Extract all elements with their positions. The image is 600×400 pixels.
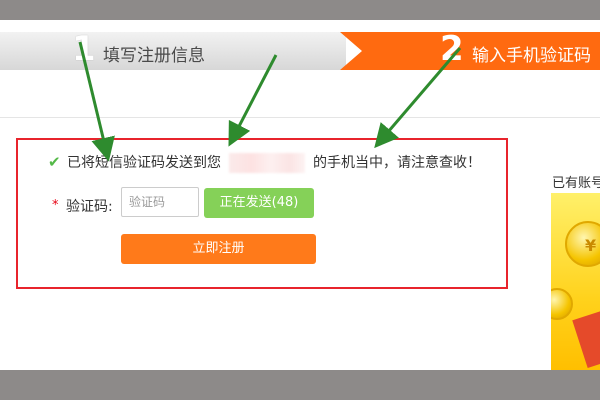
bottom-screen-border [0, 370, 600, 400]
annotation-arrow [374, 47, 462, 149]
annotation-arrow [228, 54, 278, 147]
annotation-arrow [78, 41, 115, 162]
annotation-arrows [78, 41, 462, 162]
